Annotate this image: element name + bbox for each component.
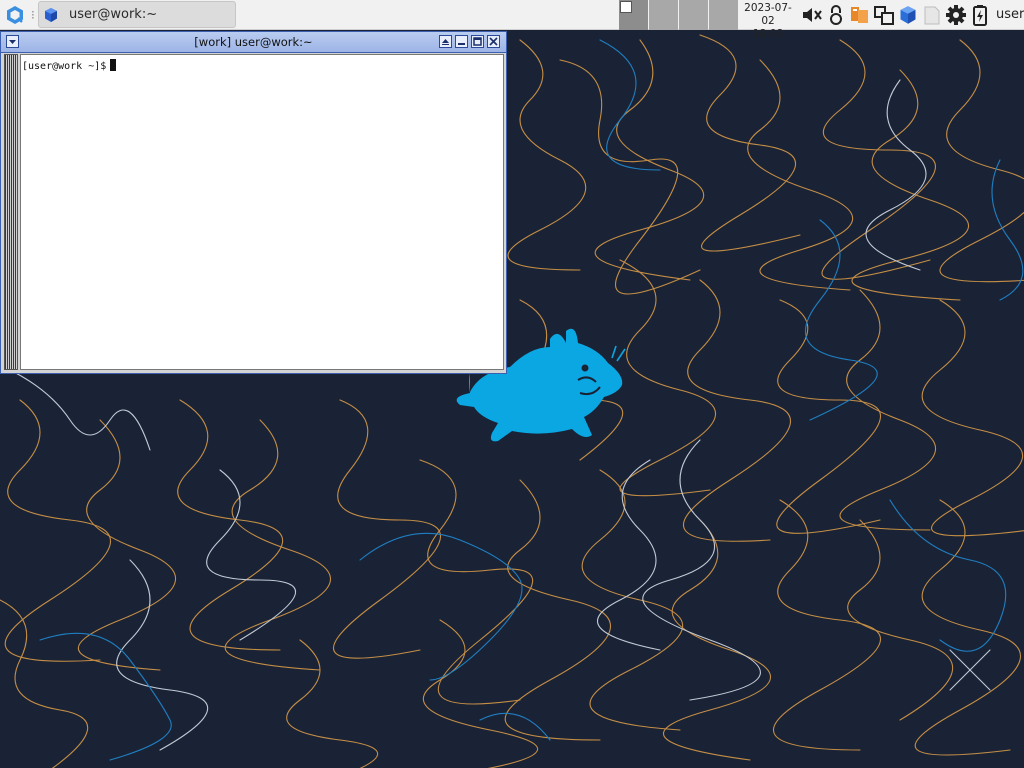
cube-icon[interactable]	[896, 3, 920, 27]
window-close-button[interactable]	[487, 35, 500, 48]
maximize-icon	[473, 37, 482, 46]
shell-prompt-line: [user@work ~]$	[22, 59, 117, 72]
window-titlebar[interactable]: [work] user@work:~	[1, 32, 506, 53]
terminal-scrollbar[interactable]	[4, 54, 18, 370]
lock-icon[interactable]	[824, 3, 848, 27]
taskbar-window-button[interactable]: user@work:~	[38, 1, 236, 28]
minimize-icon	[457, 37, 466, 46]
window-menu-button[interactable]	[6, 35, 19, 48]
battery-icon[interactable]	[968, 3, 992, 27]
terminal-output-area[interactable]: [user@work ~]$	[20, 54, 504, 370]
taskbar-window-label: user@work:~	[69, 7, 158, 22]
terminal-window: [work] user@work:~ [user@work ~]$	[0, 31, 507, 374]
cube-icon	[43, 7, 59, 23]
workspace-4[interactable]	[709, 0, 738, 30]
text-cursor	[110, 59, 117, 71]
chevron-down-icon	[8, 37, 17, 46]
clock-time: 18:08	[752, 28, 784, 40]
workspace-3[interactable]	[679, 0, 708, 30]
window-maximize-button[interactable]	[471, 35, 484, 48]
close-icon	[489, 37, 498, 46]
shell-prompt: [user@work ~]$	[22, 61, 107, 72]
system-tray	[800, 3, 992, 27]
clipboard-icon[interactable]	[920, 3, 944, 27]
windows-icon[interactable]	[872, 3, 896, 27]
settings-icon[interactable]	[944, 3, 968, 27]
top-panel: ⁝ user@work:~ 2023-07-02 18:08 user	[0, 0, 1024, 40]
q-menu-icon	[3, 4, 27, 26]
window-minimize-button[interactable]	[455, 35, 468, 48]
shade-up-icon	[441, 37, 450, 46]
workspace-1[interactable]	[619, 0, 648, 30]
workspace-window-thumbnail	[620, 1, 632, 13]
window-title: [work] user@work:~	[194, 35, 313, 49]
window-shade-button[interactable]	[439, 35, 452, 48]
panel-separator-handle: ⁝	[31, 8, 35, 22]
workspace-2[interactable]	[649, 0, 678, 30]
user-menu-label[interactable]: user	[996, 7, 1024, 22]
application-menu-button[interactable]	[3, 4, 27, 26]
panel-clock[interactable]: 2023-07-02 18:08	[738, 2, 798, 41]
clock-date: 2023-07-02	[744, 2, 792, 27]
volume-muted-icon[interactable]	[800, 3, 824, 27]
workspace-pager	[619, 0, 739, 30]
notes-icon[interactable]	[848, 3, 872, 27]
